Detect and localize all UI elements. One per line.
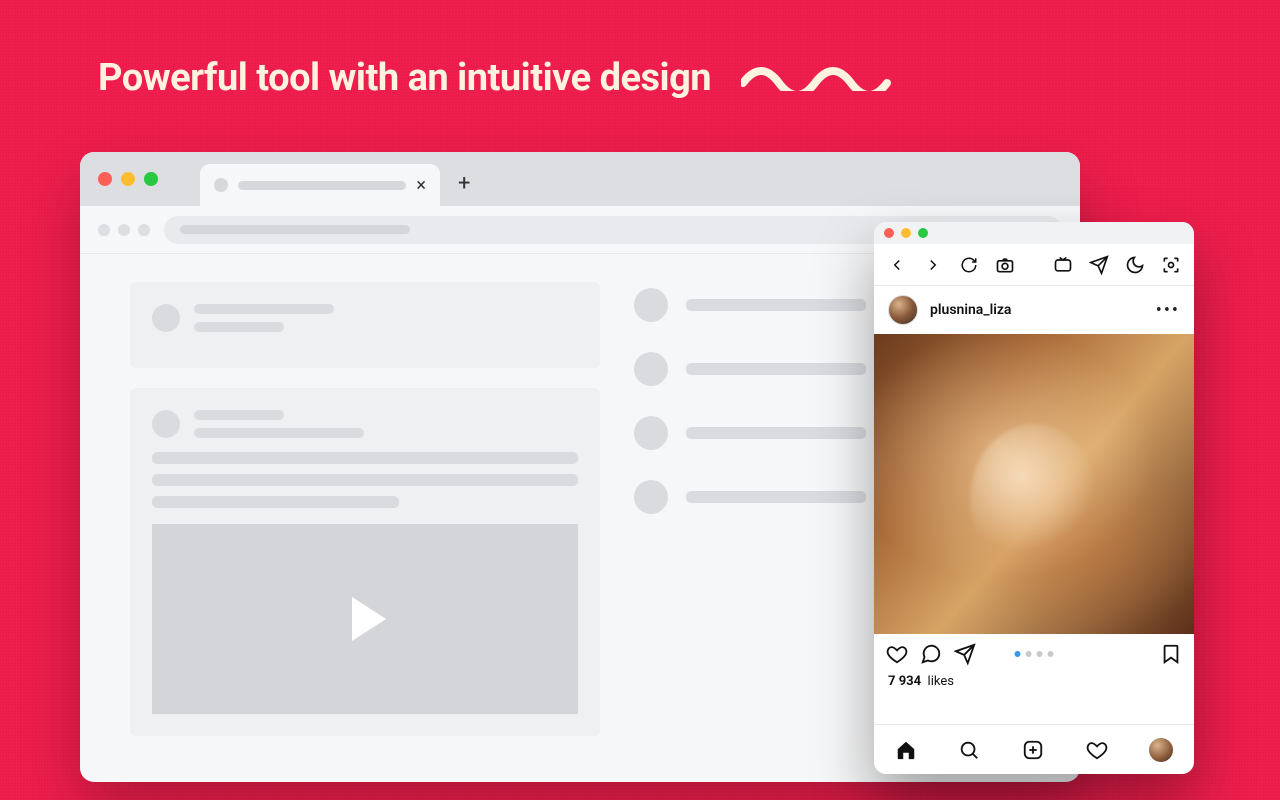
post-more-button[interactable]: ••• [1156,300,1180,321]
pager-dot [1048,651,1054,657]
comment-button[interactable] [920,643,942,665]
moon-icon[interactable] [1124,254,1146,276]
post-header: plusnina_liza ••• [874,286,1194,334]
window-minimize-button[interactable] [901,228,911,238]
likes-count: 7 934 [888,674,921,689]
carousel-pager [1015,651,1054,657]
send-icon[interactable] [1088,254,1110,276]
video-placeholder[interactable] [152,524,578,714]
nav-buttons-placeholder [98,224,150,236]
app-titlebar [874,222,1194,244]
post-avatar[interactable] [888,295,918,325]
search-tab[interactable] [958,739,980,761]
likes-label: likes [928,674,954,689]
post-username[interactable]: plusnina_liza [930,302,1011,318]
back-button[interactable] [886,254,908,276]
feed-column [130,282,600,736]
post-photo[interactable] [874,334,1194,634]
avatar-placeholder [152,304,180,332]
profile-tab[interactable] [1149,738,1173,762]
text-placeholder [152,452,578,464]
url-placeholder [180,225,410,234]
home-tab[interactable] [895,739,917,761]
window-minimize-button[interactable] [121,172,135,186]
text-placeholder [152,474,578,486]
likes-row: 7 934 likes [874,674,1194,697]
browser-tabbar: × + [80,152,1080,206]
browser-tab-active[interactable]: × [200,164,440,206]
play-icon [352,597,386,641]
tv-icon[interactable] [1052,254,1074,276]
post-actions [874,634,1194,674]
app-tabbar [874,724,1194,774]
bookmark-button[interactable] [1160,643,1182,665]
pager-dot [1026,651,1032,657]
tab-title-placeholder [238,181,406,190]
pager-dot [1037,651,1043,657]
hero-headline: Powerful tool with an intuitive design [98,56,901,100]
window-controls [98,172,158,186]
camera-icon[interactable] [994,254,1016,276]
tab-favicon [214,178,228,192]
pager-dot [1015,651,1021,657]
reload-button[interactable] [958,254,980,276]
app-window: plusnina_liza ••• 7 934 [874,222,1194,774]
window-zoom-button[interactable] [144,172,158,186]
window-close-button[interactable] [884,228,894,238]
feed-card [130,282,600,368]
forward-button[interactable] [922,254,944,276]
text-placeholder [194,322,284,332]
app-toolbar [874,244,1194,286]
hero-title-text: Powerful tool with an intuitive design [98,56,711,100]
scan-icon[interactable] [1160,254,1182,276]
text-placeholder [194,428,364,438]
squiggle-decoration [741,65,901,91]
window-close-button[interactable] [98,172,112,186]
create-tab[interactable] [1022,739,1044,761]
avatar-placeholder [152,410,180,438]
share-button[interactable] [954,643,976,665]
text-placeholder [194,410,284,420]
text-placeholder [152,496,399,508]
tab-close-button[interactable]: × [416,175,426,196]
like-button[interactable] [886,643,908,665]
feed-card [130,388,600,736]
text-placeholder [194,304,334,314]
new-tab-button[interactable]: + [458,171,470,196]
activity-tab[interactable] [1086,739,1108,761]
window-zoom-button[interactable] [918,228,928,238]
